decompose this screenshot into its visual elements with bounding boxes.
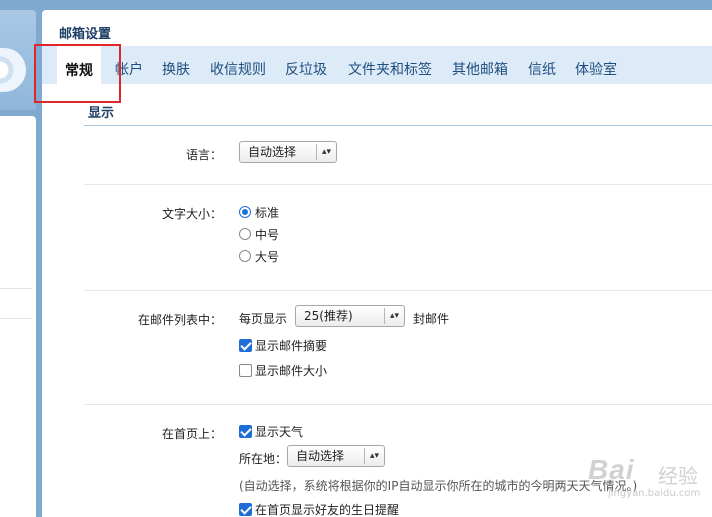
show-weather-checkbox[interactable] bbox=[239, 424, 252, 438]
tab-mail-rules[interactable]: 收信规则 bbox=[210, 46, 266, 84]
tab-stationery[interactable]: 信纸 bbox=[528, 46, 556, 84]
option-label: 显示邮件摘要 bbox=[255, 338, 328, 353]
left-folder-panel bbox=[0, 116, 36, 517]
page-title: 邮箱设置 bbox=[59, 26, 112, 41]
settings-tabbar: 常规 帐户 换肤 收信规则 反垃圾 文件夹和标签 其他邮箱 信纸 体验室 bbox=[42, 46, 712, 84]
home-page-label: 在首页上： bbox=[161, 427, 222, 441]
left-divider bbox=[0, 318, 32, 319]
language-select[interactable]: 自动选择 ▴▾ bbox=[239, 141, 337, 163]
show-size-option[interactable]: 显示邮件大小 bbox=[239, 362, 327, 378]
settings-panel: 邮箱设置 常规 帐户 换肤 收信规则 反垃圾 文件夹和标签 其他邮箱 信纸 体验… bbox=[42, 10, 712, 517]
radio-standard[interactable] bbox=[239, 206, 251, 218]
row-divider bbox=[84, 184, 712, 185]
per-page-select[interactable]: 25(推荐) ▴▾ bbox=[295, 305, 405, 327]
left-sidebar bbox=[0, 0, 40, 517]
tab-skin[interactable]: 换肤 bbox=[162, 46, 190, 84]
up-down-caret-icon: ▴▾ bbox=[316, 144, 336, 160]
radio-medium[interactable] bbox=[239, 228, 251, 240]
radio-large[interactable] bbox=[239, 250, 251, 262]
location-label: 所在地： bbox=[239, 452, 288, 466]
option-label: 标准 bbox=[255, 205, 280, 220]
font-size-label: 文字大小： bbox=[161, 207, 222, 221]
language-select-value: 自动选择 bbox=[248, 145, 297, 159]
tab-lab[interactable]: 体验室 bbox=[575, 46, 617, 84]
tab-folders-labels[interactable]: 文件夹和标签 bbox=[348, 46, 432, 84]
option-label: 中号 bbox=[255, 227, 280, 242]
section-title: 显示 bbox=[88, 106, 115, 121]
tab-anti-spam[interactable]: 反垃圾 bbox=[285, 46, 327, 84]
option-label: 在首页显示好友的生日提醒 bbox=[255, 502, 400, 517]
show-weather-option[interactable]: 显示天气 bbox=[239, 423, 303, 439]
show-summary-checkbox[interactable] bbox=[239, 338, 252, 352]
mail-list-label: 在邮件列表中： bbox=[137, 313, 222, 327]
font-size-option-standard[interactable]: 标准 bbox=[239, 204, 279, 220]
per-page-prefix: 每页显示 bbox=[239, 312, 288, 326]
section-header: 显示 bbox=[84, 96, 712, 126]
location-select-value: 自动选择 bbox=[296, 449, 345, 463]
language-label: 语言： bbox=[185, 148, 222, 162]
birthday-checkbox[interactable] bbox=[239, 502, 252, 516]
up-down-caret-icon: ▴▾ bbox=[384, 308, 404, 324]
per-page-suffix: 封邮件 bbox=[413, 312, 450, 326]
option-label: 显示天气 bbox=[255, 424, 304, 439]
option-label: 大号 bbox=[255, 249, 280, 264]
birthday-option[interactable]: 在首页显示好友的生日提醒 bbox=[239, 501, 399, 517]
tab-general[interactable]: 常规 bbox=[57, 46, 101, 84]
per-page-select-value: 25(推荐) bbox=[304, 309, 353, 323]
location-hint: (自动选择，系统将根据你的IP自动显示你所在的城市的今明两天天气情况。) bbox=[239, 479, 638, 493]
font-size-option-medium[interactable]: 中号 bbox=[239, 226, 279, 242]
show-size-checkbox[interactable] bbox=[239, 363, 252, 377]
font-size-option-large[interactable]: 大号 bbox=[239, 248, 279, 264]
tab-account[interactable]: 帐户 bbox=[115, 46, 143, 84]
row-divider bbox=[84, 404, 712, 405]
show-summary-option[interactable]: 显示邮件摘要 bbox=[239, 337, 327, 353]
left-divider bbox=[0, 288, 32, 289]
tab-other-mailboxes[interactable]: 其他邮箱 bbox=[452, 46, 508, 84]
up-down-caret-icon: ▴▾ bbox=[364, 448, 384, 464]
location-select[interactable]: 自动选择 ▴▾ bbox=[287, 445, 385, 467]
option-label: 显示邮件大小 bbox=[255, 363, 328, 378]
row-divider bbox=[84, 290, 712, 291]
